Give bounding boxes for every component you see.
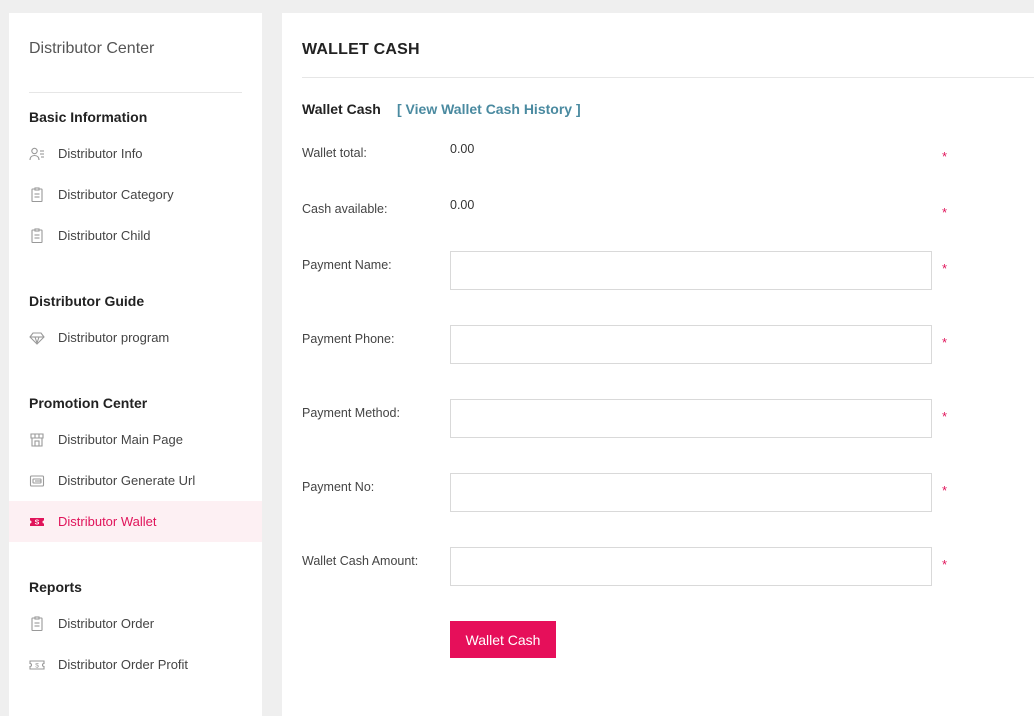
wallet-cash-amount-input[interactable] (450, 547, 932, 586)
sidebar-item-distributor-main-page[interactable]: Distributor Main Page (9, 419, 262, 460)
wallet-total-value: 0.00 (450, 142, 475, 156)
sidebar-item-label: Distributor Info (58, 146, 143, 161)
document-icon (29, 615, 45, 632)
sidebar-title: Distributor Center (29, 40, 155, 57)
required-marker: * (942, 335, 948, 350)
payment-no-input[interactable] (450, 473, 932, 512)
document-icon (29, 186, 45, 203)
diamond-icon (29, 330, 45, 346)
sidebar-item-distributor-order-profit[interactable]: $ Distributor Order Profit (9, 644, 262, 685)
payment-method-label: Payment Method: (302, 406, 400, 420)
sidebar-item-label: Distributor Order Profit (58, 657, 189, 672)
main-panel: WALLET CASH Wallet Cash [ View Wallet Ca… (282, 13, 1034, 716)
payment-phone-label: Payment Phone: (302, 332, 395, 346)
payment-name-label: Payment Name: (302, 258, 392, 272)
sidebar: Distributor Center Basic Information Dis… (9, 13, 262, 716)
section-heading-distributor-guide: Distributor Guide (29, 293, 145, 309)
payment-phone-input[interactable] (450, 325, 932, 364)
svg-text:$: $ (35, 662, 39, 669)
sidebar-item-distributor-generate-url[interactable]: Distributor Generate Url (9, 460, 262, 501)
page-title: WALLET CASH (302, 41, 420, 58)
required-marker: * (942, 409, 948, 424)
sidebar-divider (29, 92, 242, 93)
payment-name-input[interactable] (450, 251, 932, 290)
required-marker: * (942, 483, 948, 498)
sidebar-item-distributor-wallet[interactable]: S Distributor Wallet (9, 501, 262, 542)
title-divider (302, 77, 1034, 78)
ticket-icon: $ (29, 657, 45, 673)
cash-available-value: 0.00 (450, 198, 475, 212)
sidebar-item-label: Distributor Category (58, 187, 174, 202)
section-heading-basic-information: Basic Information (29, 109, 148, 125)
wallet-cash-submit-button[interactable]: Wallet Cash (450, 621, 556, 658)
storefront-icon (29, 432, 45, 448)
sidebar-item-label: Distributor Wallet (58, 514, 157, 529)
payment-no-label: Payment No: (302, 480, 375, 494)
link-card-icon (29, 473, 45, 489)
sidebar-item-distributor-category[interactable]: Distributor Category (9, 174, 262, 215)
sidebar-item-distributor-info[interactable]: Distributor Info (9, 133, 262, 174)
required-marker: * (942, 149, 948, 164)
section-title: Wallet Cash (302, 101, 381, 117)
svg-text:S: S (35, 519, 40, 526)
wallet-cash-amount-label: Wallet Cash Amount: (302, 554, 419, 568)
sidebar-item-label: Distributor Main Page (58, 432, 183, 447)
section-heading-reports: Reports (29, 579, 82, 595)
sidebar-item-label: Distributor Order (58, 616, 155, 631)
sidebar-item-label: Distributor Generate Url (58, 473, 196, 488)
sidebar-item-distributor-program[interactable]: Distributor program (9, 317, 262, 358)
view-history-link[interactable]: [ View Wallet Cash History ] (397, 101, 581, 117)
document-icon (29, 227, 45, 244)
section-heading-promotion-center: Promotion Center (29, 395, 148, 411)
sidebar-item-label: Distributor Child (58, 228, 151, 243)
sidebar-item-distributor-order[interactable]: Distributor Order (9, 603, 262, 644)
cash-available-label: Cash available: (302, 202, 388, 216)
payment-method-input[interactable] (450, 399, 932, 438)
required-marker: * (942, 205, 948, 220)
wallet-total-label: Wallet total: (302, 146, 367, 160)
required-marker: * (942, 557, 948, 572)
required-marker: * (942, 261, 948, 276)
wallet-icon: S (29, 514, 45, 530)
sidebar-item-distributor-child[interactable]: Distributor Child (9, 215, 262, 256)
user-list-icon (29, 146, 45, 162)
sidebar-item-label: Distributor program (58, 330, 170, 345)
